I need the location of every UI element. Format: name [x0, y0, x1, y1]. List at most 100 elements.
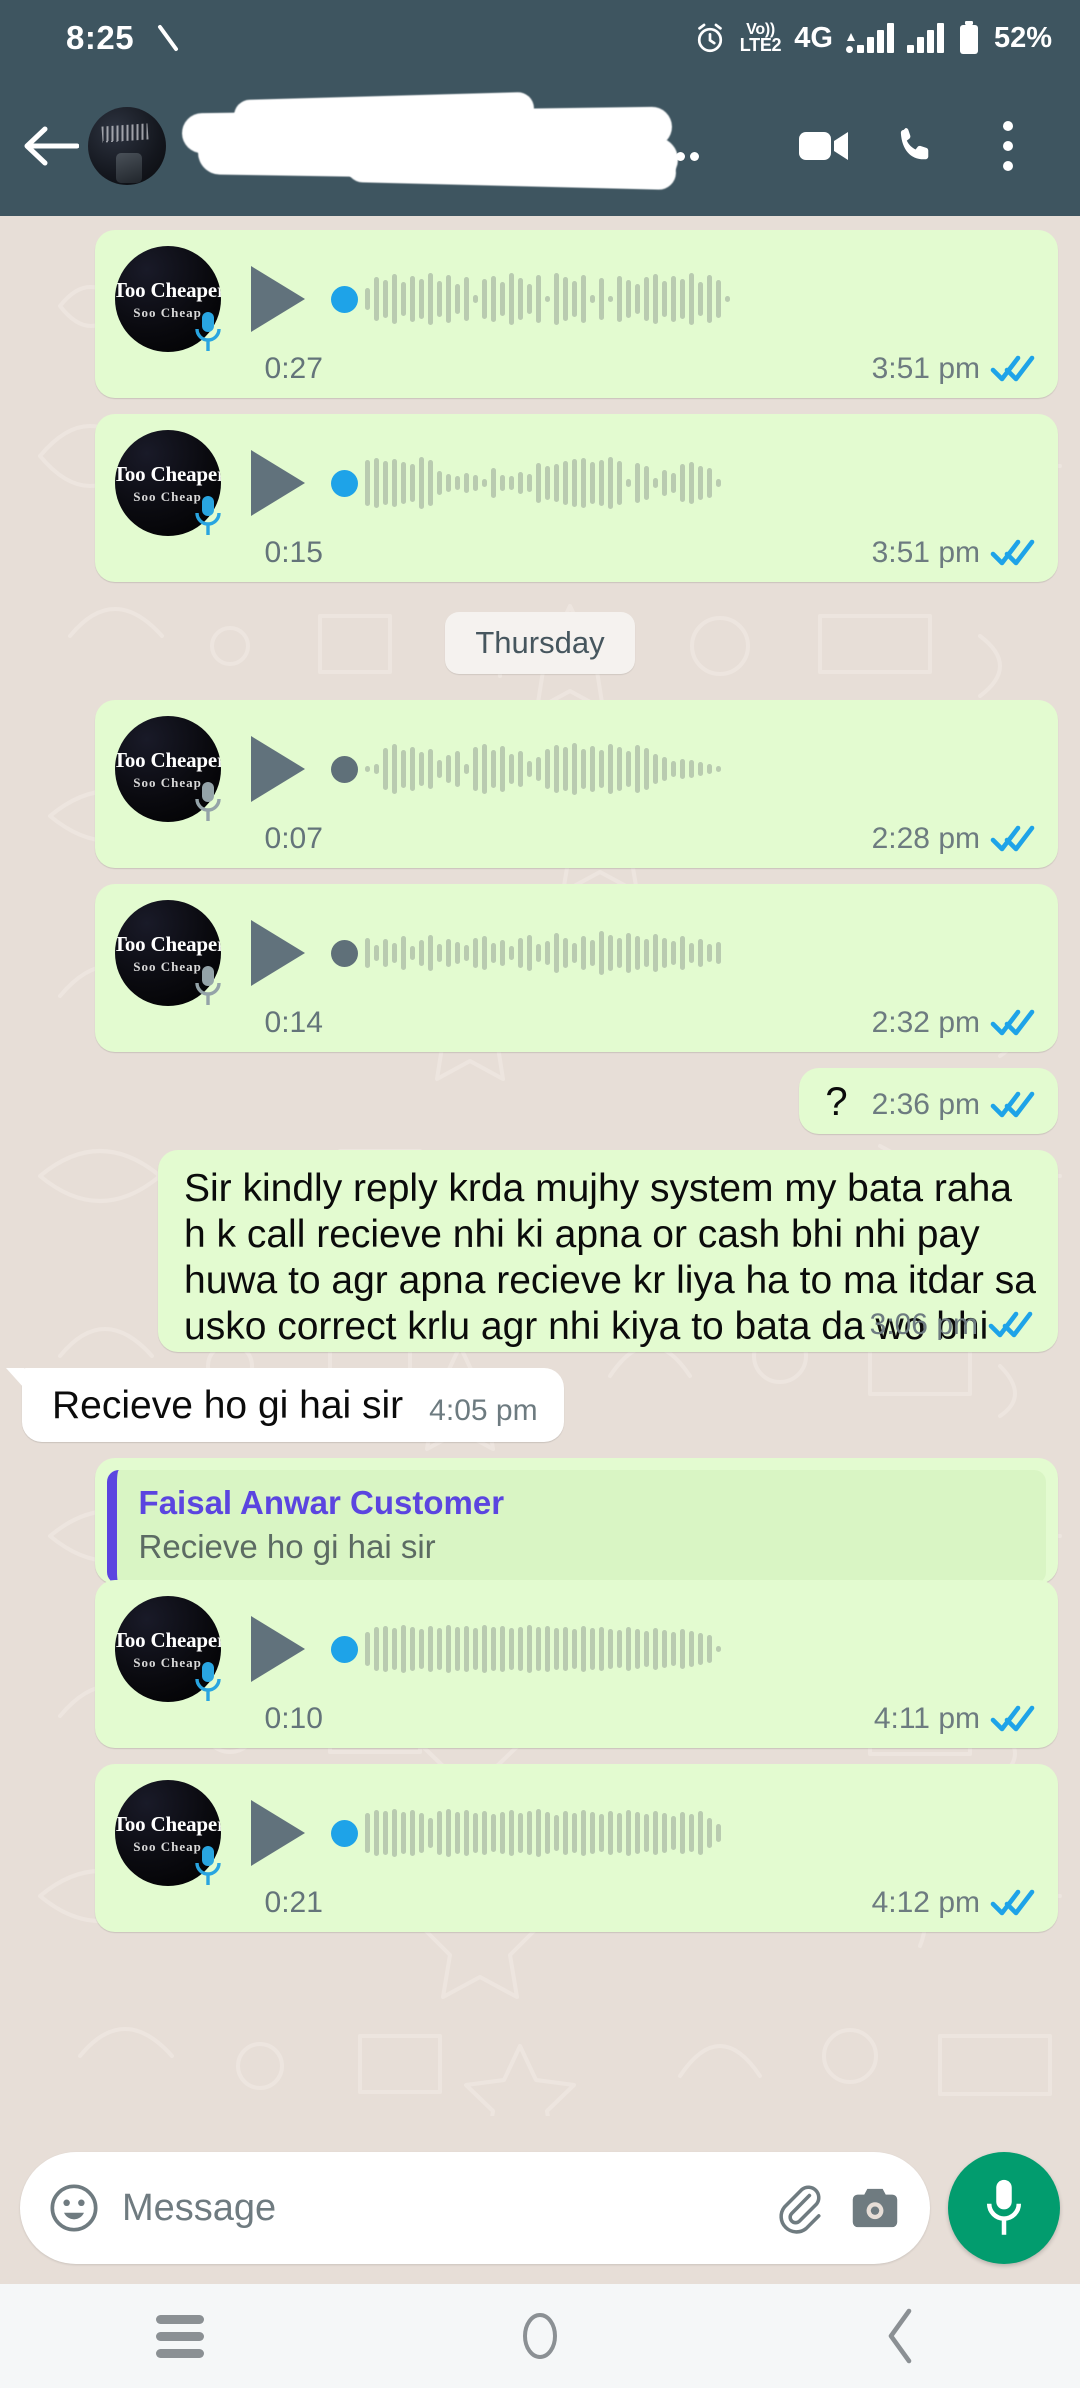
voice-message-bubble[interactable]: Too Cheaper Soo Cheap [94, 230, 1058, 398]
back-button[interactable] [810, 2284, 990, 2388]
message-text: Recieve ho gi hai sir [52, 1384, 404, 1428]
play-button[interactable] [247, 1797, 309, 1869]
voice-top-row: Too Cheaper Soo Cheap [114, 900, 1036, 1006]
voice-waveform-area[interactable] [330, 921, 1036, 985]
playback-progress-dot[interactable] [330, 285, 358, 313]
waveform[interactable] [364, 738, 1036, 800]
message-row: Recieve ho gi hai sir 4:05 pm [6, 1368, 1058, 1443]
voice-message-bubble[interactable]: Too Cheaper Soo Cheap [94, 1764, 1058, 1933]
avatar-line1: Too Cheaper [114, 1811, 221, 1836]
battery-icon [959, 21, 978, 54]
contact-avatar[interactable] [88, 107, 166, 185]
play-button[interactable] [247, 263, 309, 335]
play-button[interactable] [247, 917, 309, 989]
recents-button[interactable] [90, 2284, 270, 2388]
date-divider-label: Thursday [445, 612, 635, 674]
chat-app-bar [0, 76, 1080, 216]
waveform[interactable] [364, 922, 1036, 984]
play-button[interactable] [247, 447, 309, 519]
message-time: 2:36 pm [871, 1088, 980, 1121]
arrow-left-icon [24, 126, 79, 166]
message-meta: 4:11 pm [874, 1702, 1036, 1736]
voice-message-bubble[interactable]: Too Cheaper Soo Cheap [94, 884, 1058, 1052]
voice-waveform-area[interactable] [330, 267, 1036, 331]
message-input-placeholder[interactable]: Message [122, 2187, 746, 2230]
playback-progress-dot[interactable] [330, 755, 358, 783]
microphone-icon [986, 2179, 1022, 2235]
avatar-line1: Too Cheaper [114, 277, 221, 302]
voice-call-button[interactable] [870, 98, 962, 194]
microphone-icon [194, 1846, 221, 1886]
more-vertical-icon [1003, 121, 1013, 171]
attach-button[interactable] [772, 2181, 824, 2235]
message-row: Too Cheaper Soo Cheap [22, 884, 1058, 1052]
battery-percent-label: 52% [993, 21, 1052, 54]
voice-waveform-area[interactable] [330, 451, 1036, 515]
avatar-line1: Too Cheaper [114, 931, 221, 956]
back-button[interactable] [20, 115, 82, 177]
voice-duration: 0:10 [264, 1702, 323, 1736]
voice-waveform-area[interactable] [330, 1617, 1036, 1681]
voice-message-bubble[interactable]: Too Cheaper Soo Cheap [94, 700, 1058, 868]
chat-message-list[interactable]: Too Cheaper Soo Cheap 0:27 3:51 pm Too C… [0, 216, 1080, 2132]
waveform[interactable] [364, 1618, 1036, 1680]
video-camera-icon [799, 132, 848, 160]
voice-meta-row: 0:07 2:28 pm [115, 818, 1036, 856]
quote-block[interactable]: Faisal Anwar Customer Recieve ho gi hai … [106, 1470, 1046, 1585]
voice-message-bubble[interactable]: Too Cheaper Soo Cheap [94, 1580, 1058, 1749]
microphone-icon [194, 496, 221, 535]
double-check-icon [990, 539, 1035, 566]
voice-sender-avatar: Too Cheaper Soo Cheap [114, 716, 221, 822]
silent-slash-icon [158, 25, 179, 51]
video-call-button[interactable] [778, 98, 870, 194]
date-divider: Thursday [22, 612, 1058, 674]
waveform[interactable] [364, 452, 1036, 514]
voice-top-row: Too Cheaper Soo Cheap [114, 246, 1036, 352]
status-bar: 8:25 Vo)) LTE2 4G 52% [0, 0, 1080, 76]
text-message-bubble[interactable]: ? 2:36 pm [799, 1068, 1058, 1134]
voice-waveform-area[interactable] [330, 1801, 1036, 1865]
double-check-icon [990, 355, 1035, 382]
play-button[interactable] [247, 1613, 309, 1685]
message-row: Too Cheaper Soo Cheap [22, 1580, 1058, 1749]
message-time: 4:12 pm [871, 1886, 980, 1920]
camera-button[interactable] [850, 2185, 900, 2231]
network-type-label: 4G [794, 21, 833, 54]
waveform[interactable] [364, 1802, 1036, 1864]
text-message-bubble[interactable]: Recieve ho gi hai sir 4:05 pm [6, 1368, 564, 1443]
system-navigation-bar [0, 2284, 1080, 2388]
playback-progress-dot[interactable] [330, 469, 358, 497]
overflow-menu-button[interactable] [962, 98, 1054, 194]
voice-message-bubble[interactable]: Too Cheaper Soo Cheap [94, 414, 1058, 582]
paperclip-icon [779, 2185, 821, 2234]
voice-waveform-area[interactable] [330, 737, 1036, 801]
waveform[interactable] [364, 268, 1036, 330]
app-bar-actions [778, 98, 1054, 194]
voice-meta-row: 0:27 3:51 pm [115, 348, 1036, 386]
home-button[interactable] [450, 2284, 630, 2388]
playback-progress-dot[interactable] [330, 1635, 358, 1663]
text-message-bubble[interactable]: Sir kindly reply krda mujhy system my ba… [158, 1150, 1058, 1353]
avatar-line1: Too Cheaper [114, 747, 221, 772]
message-time: 4:11 pm [873, 1702, 980, 1736]
home-circle-icon [523, 2313, 557, 2359]
quote-author: Faisal Anwar Customer [138, 1484, 505, 1522]
message-meta: 3:51 pm [872, 536, 1036, 570]
playback-progress-dot[interactable] [330, 939, 358, 967]
message-input-pill[interactable]: Message [20, 2152, 930, 2264]
contact-title-area[interactable] [166, 76, 778, 216]
play-button[interactable] [247, 733, 309, 805]
chat-scroll-container[interactable]: Too Cheaper Soo Cheap 0:27 3:51 pm Too C… [0, 216, 1080, 2132]
voice-meta-row: 0:21 4:12 pm [115, 1882, 1036, 1920]
chevron-left-icon [888, 2308, 912, 2364]
emoji-smiley-icon[interactable] [48, 2182, 100, 2234]
voice-duration: 0:21 [264, 1886, 323, 1920]
message-row: ? 2:36 pm [22, 1068, 1058, 1134]
voice-sender-avatar: Too Cheaper Soo Cheap [114, 900, 221, 1006]
double-check-icon [990, 825, 1035, 852]
playback-progress-dot[interactable] [330, 1819, 358, 1847]
voice-sender-avatar: Too Cheaper Soo Cheap [114, 1596, 221, 1703]
record-voice-button[interactable] [948, 2152, 1060, 2264]
microphone-icon [194, 1662, 221, 1702]
quoted-reply-bubble[interactable]: Faisal Anwar Customer Recieve ho gi hai … [94, 1458, 1058, 1585]
